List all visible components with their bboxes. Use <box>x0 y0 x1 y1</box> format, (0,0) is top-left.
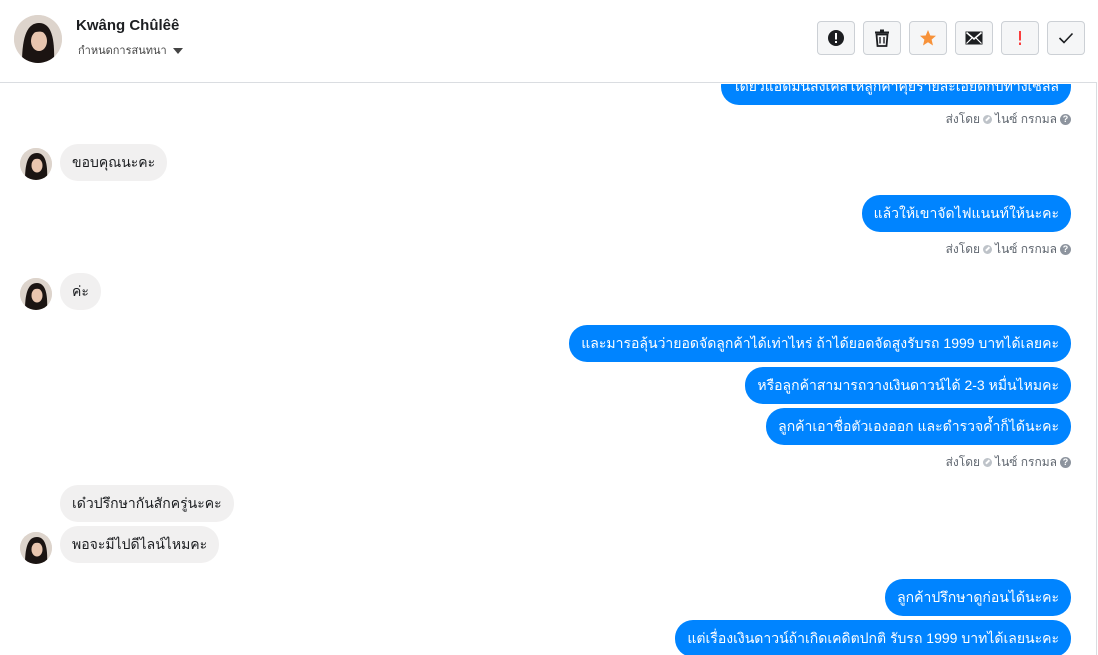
conversation-header: Kwâng Chûlêê กำหนดการสนทนา <box>0 0 1097 83</box>
message-outgoing[interactable]: ลูกค้าปรึกษาดูก่อนได้นะคะ <box>885 579 1071 616</box>
star-icon <box>920 30 936 46</box>
message-outgoing[interactable]: และมารอลุ้นว่ายอดจัดลูกค้าได้เท่าไหร่ ถ้… <box>569 325 1071 362</box>
exclamation-icon <box>1019 31 1021 45</box>
check-icon <box>1058 32 1074 44</box>
verified-icon <box>983 115 993 124</box>
sender-name: ไนซ์ กรกมล <box>995 112 1057 126</box>
message-outgoing[interactable]: หรือลูกค้าสามารถวางเงินดาวน์ได้ 2-3 หมื่… <box>745 367 1071 404</box>
verified-icon <box>983 245 993 254</box>
sent-by-label: ส่งโดย <box>945 242 981 256</box>
contact-avatar[interactable] <box>14 15 62 63</box>
sender-name: ไนซ์ กรกมล <box>995 242 1057 256</box>
help-icon[interactable]: ? <box>1060 114 1071 125</box>
message-outgoing[interactable]: ได้ยวแอดมินส่งเคสให้ลูกค้าคุยรายละเอียดก… <box>720 84 1071 105</box>
mark-unread-button[interactable] <box>955 21 993 55</box>
sender-name: ไนซ์ กรกมล <box>995 455 1057 469</box>
sent-by-status: ส่งโดย ไนซ์ กรกมล ? <box>946 453 1071 472</box>
report-button[interactable] <box>817 21 855 55</box>
caret-down-icon <box>172 48 183 55</box>
contact-avatar-small <box>20 148 52 180</box>
message-thread[interactable]: ได้ยวแอดมินส่งเคสให้ลูกค้าคุยรายละเอียดก… <box>0 84 1097 655</box>
help-icon[interactable]: ? <box>1060 244 1071 255</box>
contact-avatar-small <box>20 532 52 564</box>
conversation-panel: Kwâng Chûlêê กำหนดการสนทนา ได้ยวแอดมินส่… <box>0 0 1097 655</box>
contact-avatar-small <box>20 278 52 310</box>
sent-by-status: ส่งโดย ไนซ์ กรกมล ? <box>946 110 1071 129</box>
conversation-menu-label: กำหนดการสนทนา <box>78 45 167 57</box>
conversation-menu[interactable]: กำหนดการสนทนา <box>78 41 183 59</box>
star-button[interactable] <box>909 21 947 55</box>
message-outgoing[interactable]: แต่เรื่องเงินดาวน์ถ้าเกิดเคดิตปกติ รับรถ… <box>675 620 1071 655</box>
message-incoming[interactable]: เด๋วปรึกษากันสักครู่นะคะ <box>60 485 234 522</box>
sent-by-label: ส่งโดย <box>945 455 981 469</box>
toolbar <box>817 21 1085 55</box>
message-outgoing[interactable]: แล้วให้เขาจัดไฟแนนท์ให้นะคะ <box>861 195 1071 232</box>
delete-button[interactable] <box>863 21 901 55</box>
message-incoming[interactable]: ขอบคุณนะคะ <box>60 144 168 181</box>
message-outgoing[interactable]: ลูกค้าเอาชื่อตัวเองออก และดำรวจค้ำก็ได้น… <box>766 408 1071 445</box>
important-button[interactable] <box>1001 21 1039 55</box>
trash-icon <box>875 29 889 47</box>
message-incoming[interactable]: พอจะมีไปดีไลน์ไหมคะ <box>60 526 220 563</box>
contact-name: Kwâng Chûlêê <box>76 17 180 34</box>
help-icon[interactable]: ? <box>1060 457 1071 468</box>
alert-circle-icon <box>828 30 844 46</box>
envelope-icon <box>965 31 983 45</box>
message-incoming[interactable]: ค่ะ <box>60 273 101 310</box>
verified-icon <box>983 458 993 467</box>
mark-done-button[interactable] <box>1047 21 1085 55</box>
sent-by-label: ส่งโดย <box>945 112 981 126</box>
sent-by-status: ส่งโดย ไนซ์ กรกมล ? <box>946 240 1071 259</box>
